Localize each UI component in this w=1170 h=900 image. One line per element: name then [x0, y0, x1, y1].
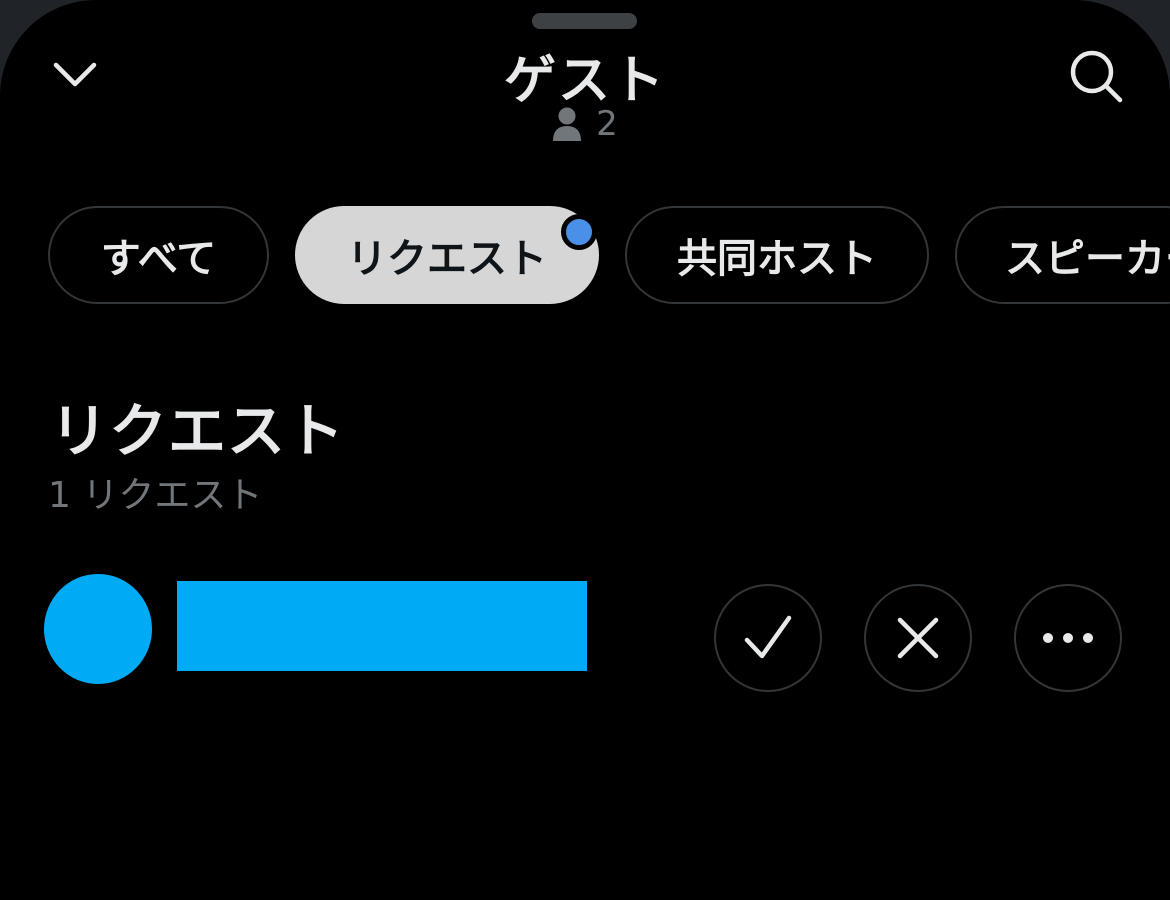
- tab-speakers[interactable]: スピーカー: [955, 206, 1170, 304]
- page-title: ゲスト: [503, 51, 666, 111]
- more-icon: [1043, 633, 1093, 643]
- person-icon: [553, 107, 582, 141]
- participant-count-value: 2: [596, 104, 618, 144]
- approve-button[interactable]: [714, 584, 822, 692]
- more-options-button[interactable]: [1014, 584, 1122, 692]
- deny-button[interactable]: [864, 584, 972, 692]
- close-icon: [897, 617, 939, 659]
- sheet-grabber-handle[interactable]: [532, 13, 637, 29]
- redacted-user-name: [177, 581, 587, 671]
- section-request-count: 1 リクエスト: [48, 475, 263, 516]
- tab-cohosts-label: 共同ホスト: [677, 236, 877, 282]
- check-icon: [744, 615, 792, 659]
- tab-all[interactable]: すべて: [48, 206, 269, 304]
- tab-cohosts[interactable]: 共同ホスト: [625, 206, 929, 304]
- notification-dot: [561, 214, 597, 250]
- tab-requests[interactable]: リクエスト: [295, 206, 599, 304]
- filter-tabs: すべて リクエスト 共同ホスト スピーカー: [48, 206, 1170, 304]
- section-title: リクエスト: [50, 397, 346, 465]
- tab-requests-label: リクエスト: [347, 236, 547, 282]
- tab-speakers-label: スピーカー: [1005, 236, 1170, 282]
- search-button[interactable]: [1060, 40, 1132, 112]
- search-icon: [1070, 50, 1123, 103]
- participant-count: 2: [0, 104, 1170, 144]
- guests-sheet: ゲスト 2 すべて リクエスト 共同ホスト スピーカー リクエスト 1 リクエス…: [0, 0, 1170, 900]
- tab-all-label: すべて: [100, 236, 217, 282]
- avatar[interactable]: [44, 574, 152, 684]
